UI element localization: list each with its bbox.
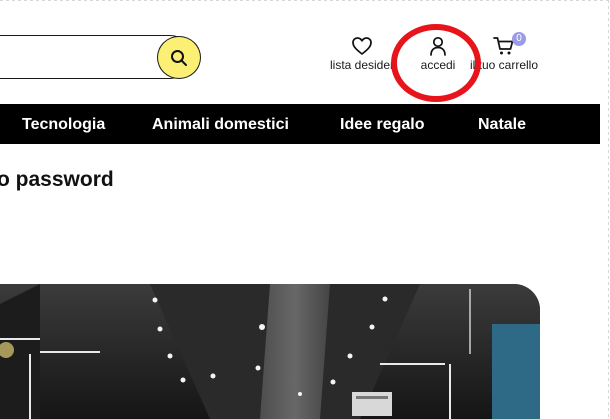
cart-link[interactable]: 0 il tuo carrello <box>466 32 542 72</box>
search-button[interactable] <box>157 36 201 79</box>
main-nav: Tecnologia Animali domestici Idee regalo… <box>0 104 600 144</box>
account-label: accedi <box>420 58 456 72</box>
page-border-right <box>608 0 609 419</box>
nav-item-idee-regalo[interactable]: Idee regalo <box>340 104 424 144</box>
cart-count-badge: 0 <box>512 32 526 46</box>
nav-item-animali-domestici[interactable]: Animali domestici <box>152 104 289 144</box>
account-link[interactable]: accedi <box>414 36 462 72</box>
search-input[interactable] <box>0 36 165 79</box>
nav-item-tecnologia[interactable]: Tecnologia <box>22 104 105 144</box>
store-photo-image <box>0 284 540 419</box>
page-border-top <box>0 0 610 1</box>
search-icon <box>171 49 187 66</box>
cart-label: il tuo carrello <box>469 58 539 72</box>
page-title: o password <box>0 168 114 191</box>
wishlist-label: lista desider <box>329 58 395 72</box>
user-icon <box>430 36 446 56</box>
wishlist-link[interactable]: lista desider <box>326 36 398 72</box>
heart-icon <box>352 37 372 55</box>
store-photo <box>0 284 540 419</box>
nav-item-natale[interactable]: Natale <box>478 104 526 144</box>
